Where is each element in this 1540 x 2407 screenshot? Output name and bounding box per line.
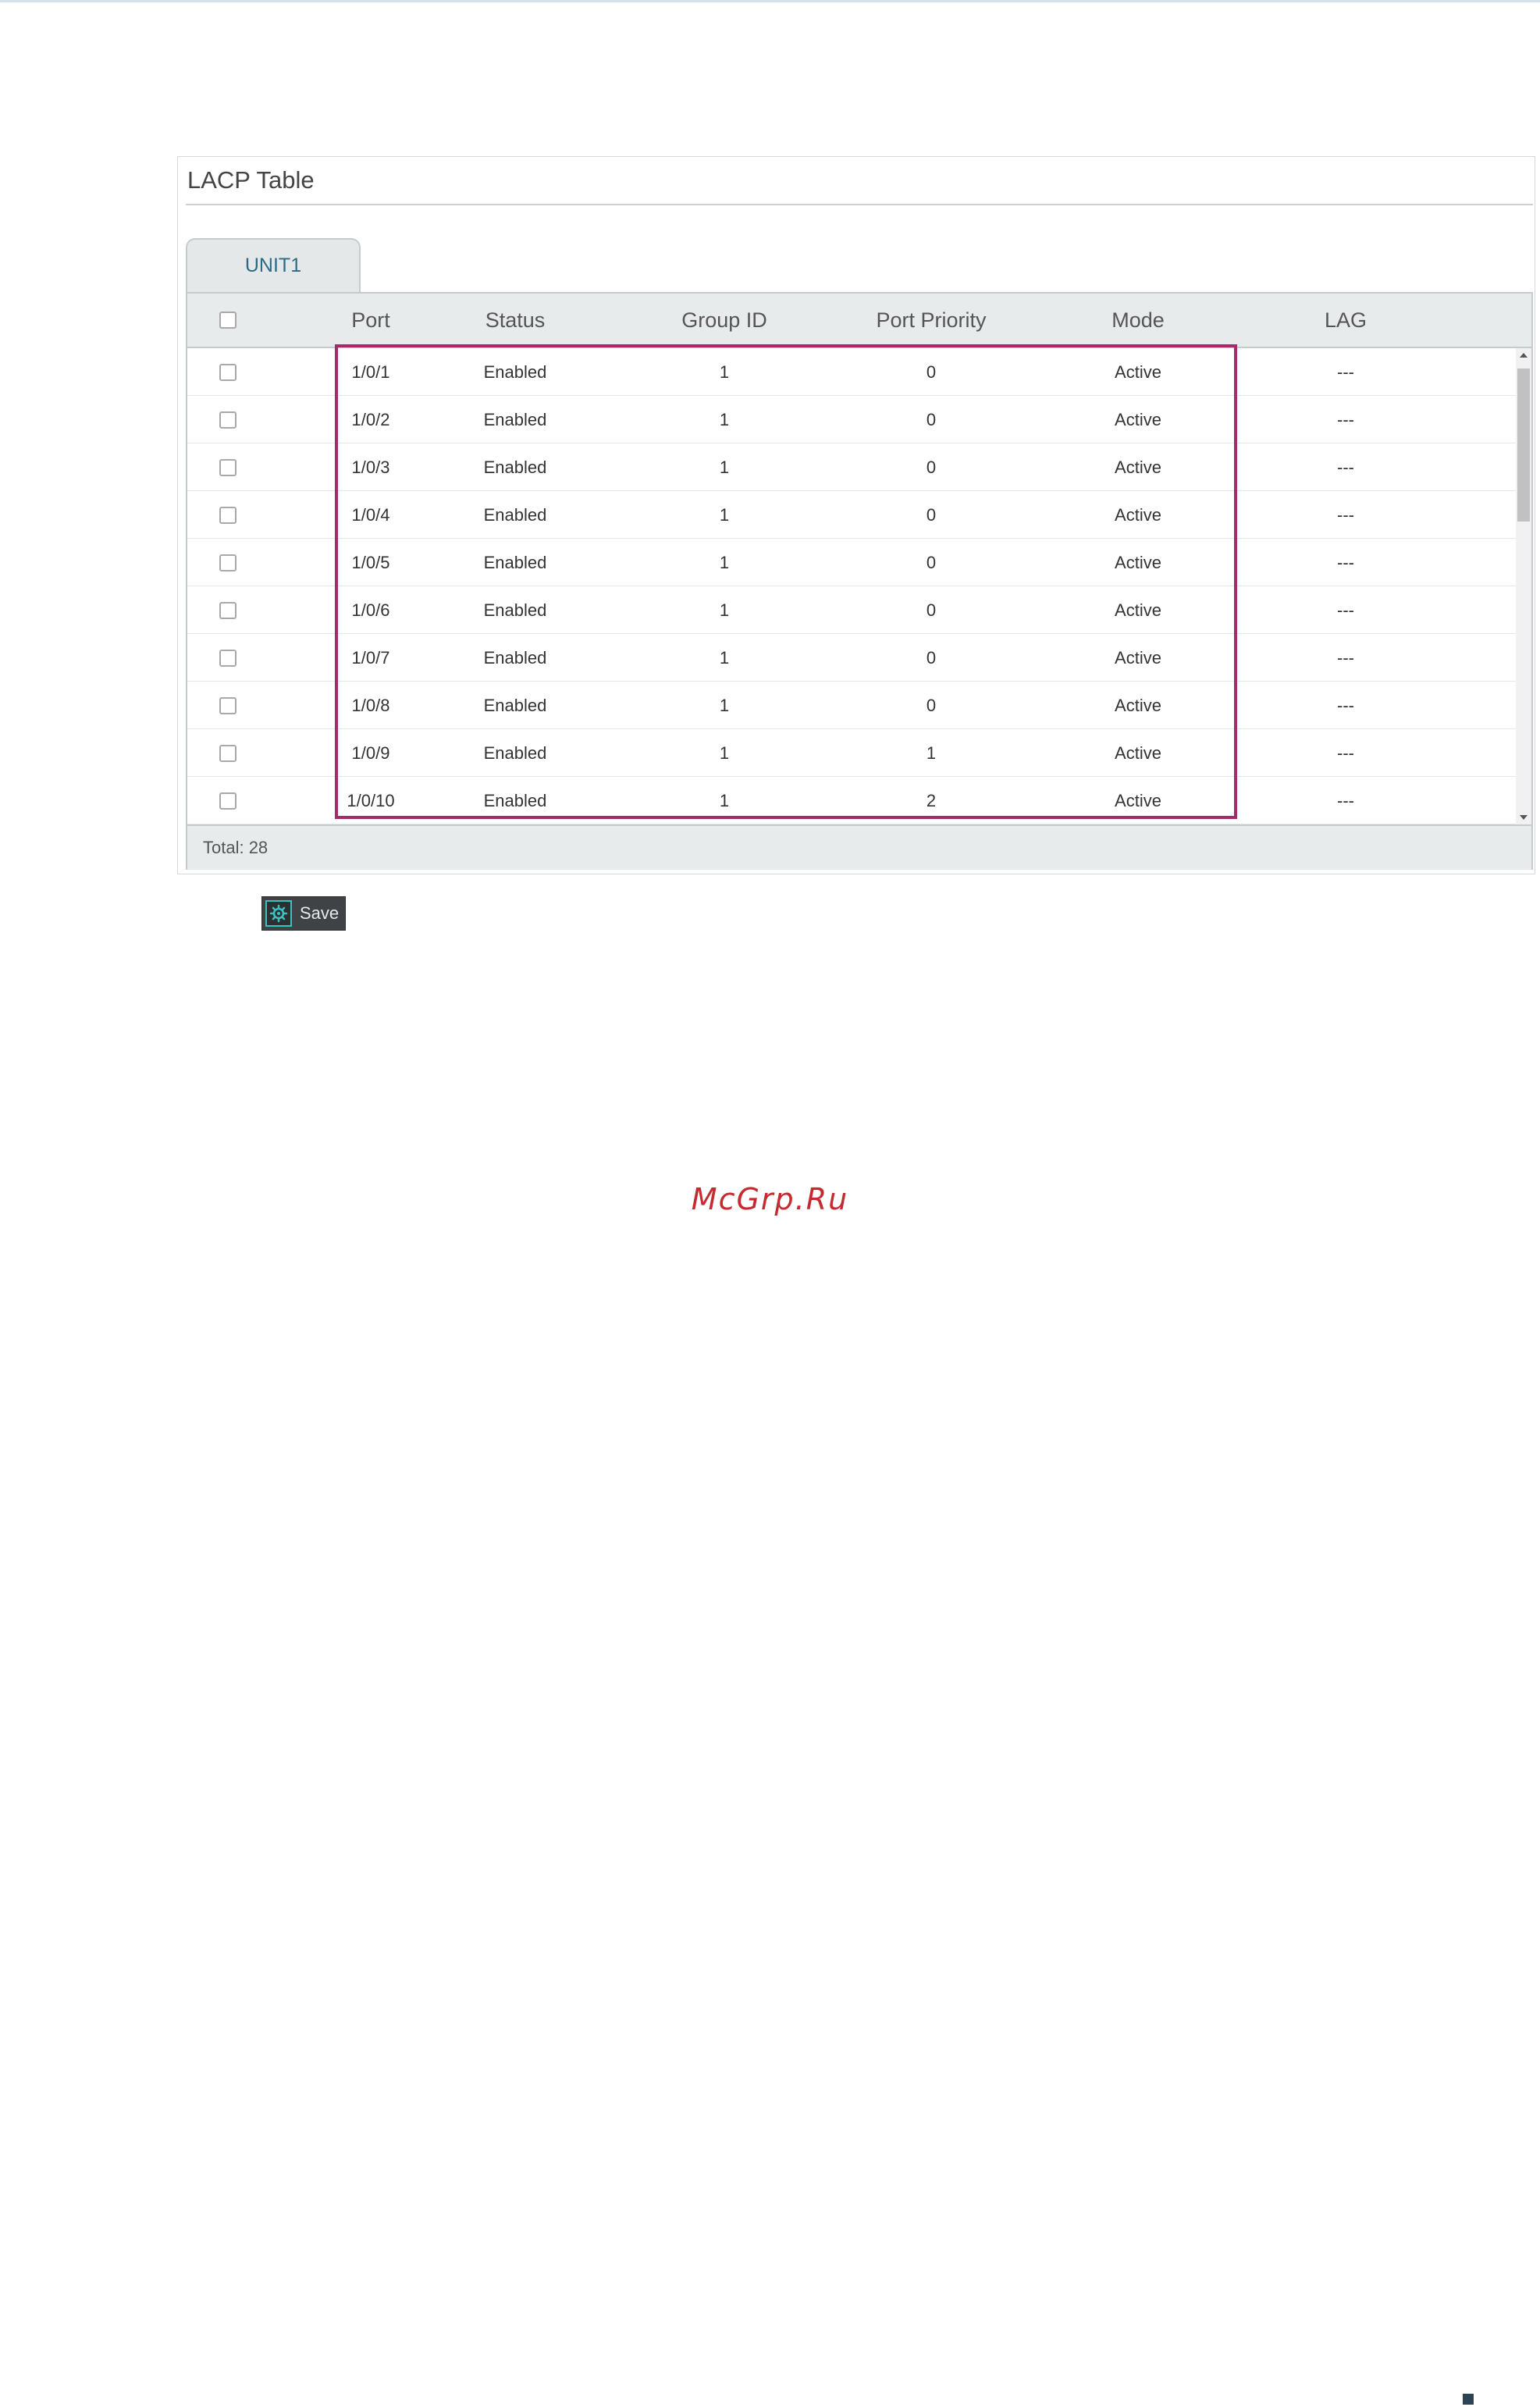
column-header-lag[interactable]: LAG: [1252, 294, 1439, 347]
row-checkbox[interactable]: [219, 554, 237, 571]
row-checkbox[interactable]: [219, 411, 237, 429]
cell-lag: ---: [1337, 600, 1354, 620]
scrollbar-thumb[interactable]: [1517, 369, 1530, 522]
row-checkbox[interactable]: [219, 459, 237, 476]
column-header-port-priority[interactable]: Port Priority: [838, 294, 1025, 347]
save-gear-icon: [265, 900, 292, 927]
cell-lag: ---: [1337, 743, 1354, 763]
title-divider: [186, 204, 1533, 205]
row-checkbox[interactable]: [219, 792, 237, 810]
cell-lag: ---: [1337, 791, 1354, 810]
tab-unit1[interactable]: UNIT1: [186, 238, 361, 293]
row-checkbox[interactable]: [219, 745, 237, 762]
cell-lag: ---: [1337, 362, 1354, 382]
table-header: Port Status Group ID Port Priority Mode …: [187, 294, 1531, 348]
column-header-group-id[interactable]: Group ID: [631, 294, 818, 347]
table-scrollbar[interactable]: [1516, 348, 1531, 824]
column-header-status[interactable]: Status: [421, 294, 609, 347]
cell-lag: ---: [1337, 553, 1354, 572]
panel-title: LACP Table: [187, 166, 315, 194]
row-checkbox[interactable]: [219, 602, 237, 619]
save-button-label: Save: [300, 903, 340, 923]
scroll-up-arrow-icon[interactable]: [1516, 348, 1531, 362]
row-checkbox[interactable]: [219, 364, 237, 381]
column-header-mode[interactable]: Mode: [1044, 294, 1232, 347]
total-count: Total: 28: [203, 838, 269, 857]
table-footer: Total: 28: [187, 824, 1531, 870]
watermark-text: McGrp.Ru: [691, 1182, 849, 1216]
scroll-down-arrow-icon[interactable]: [1516, 810, 1531, 824]
row-checkbox[interactable]: [219, 650, 237, 667]
cell-lag: ---: [1337, 458, 1354, 477]
cell-lag: ---: [1337, 648, 1354, 668]
cell-lag: ---: [1337, 410, 1354, 429]
page-corner-mark: [1463, 2394, 1474, 2405]
select-all-checkbox[interactable]: [219, 312, 237, 329]
cell-lag: ---: [1337, 696, 1354, 715]
highlight-box: [335, 344, 1237, 819]
column-header-port[interactable]: Port: [324, 294, 418, 347]
row-checkbox[interactable]: [219, 507, 237, 524]
top-divider: [0, 0, 1540, 2]
save-button[interactable]: Save: [261, 896, 346, 931]
cell-lag: ---: [1337, 505, 1354, 525]
row-checkbox[interactable]: [219, 697, 237, 714]
